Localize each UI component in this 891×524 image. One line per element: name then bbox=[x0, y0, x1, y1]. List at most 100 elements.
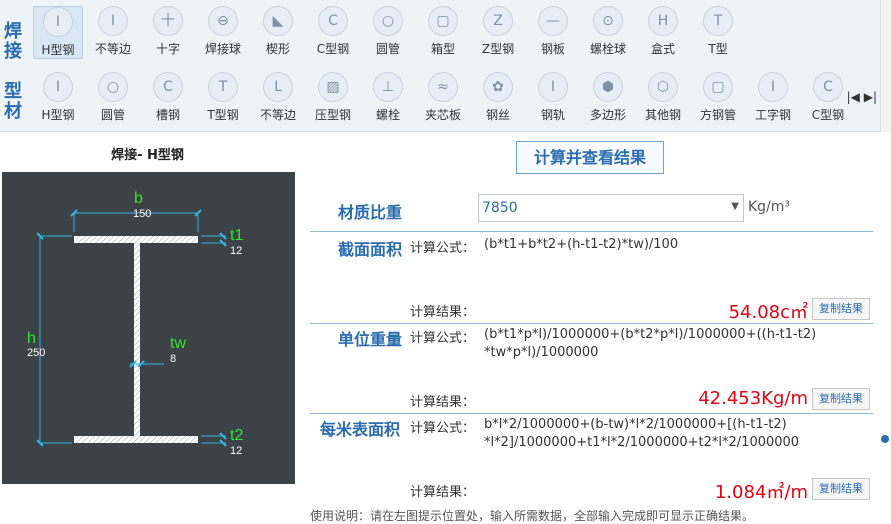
welded-item-9[interactable]: — 钢板 bbox=[528, 6, 578, 57]
profile-item-10[interactable]: ⬢ 多边形 bbox=[583, 72, 633, 123]
profile-item-14[interactable]: C C型钢 bbox=[803, 72, 853, 123]
profile-item-label: T型钢 bbox=[207, 108, 239, 122]
usage-note: 使用说明：请在左图提示位置处，输入所需数据，全部输入完成即可显示正确结果。 bbox=[310, 509, 755, 523]
t1-label: t1 bbox=[230, 227, 243, 244]
profile-item-12[interactable]: ▢ 方钢管 bbox=[693, 72, 743, 123]
result-value: 1.084㎡/m bbox=[714, 482, 808, 503]
profile-item-13[interactable]: I 工字钢 bbox=[748, 72, 798, 123]
density-select[interactable]: 7850 ▼ bbox=[478, 194, 744, 222]
welded-item-label: T型 bbox=[708, 42, 728, 56]
profile-item-3[interactable]: T T型钢 bbox=[198, 72, 248, 123]
profile-item-1[interactable]: ○ 圆管 bbox=[88, 72, 138, 123]
shape-icon: ▢ bbox=[428, 6, 458, 36]
welded-item-10[interactable]: ⊙ 螺栓球 bbox=[583, 6, 633, 57]
result-value: 54.08c㎡ bbox=[728, 302, 808, 323]
shape-icon: ⊙ bbox=[593, 6, 623, 36]
profile-item-9[interactable]: I 钢轨 bbox=[528, 72, 578, 123]
welded-item-label: 箱型 bbox=[430, 42, 455, 56]
shape-icon: I bbox=[98, 6, 128, 36]
welded-item-5[interactable]: C C型钢 bbox=[308, 6, 358, 57]
bottom-flange bbox=[74, 436, 198, 443]
formula-label: 计算公式： bbox=[410, 241, 476, 256]
shape-icon: ◣ bbox=[263, 6, 293, 36]
section-label: 截面面积 bbox=[338, 240, 403, 259]
shape-icon: I bbox=[538, 72, 568, 102]
t2-value: 12 bbox=[230, 445, 242, 457]
profile-item-0[interactable]: I H型钢 bbox=[33, 72, 83, 123]
chevron-down-icon: ▼ bbox=[731, 201, 739, 212]
profile-item-label: 钢丝 bbox=[485, 108, 510, 122]
result-value: 42.453Kg/m bbox=[698, 388, 808, 409]
formula-line-1: (b*t1+b*t2+(h-t1-t2)*tw)/100 bbox=[484, 237, 679, 252]
toolbar-scrollbar[interactable] bbox=[880, 0, 891, 132]
result-label: 计算结果： bbox=[410, 395, 476, 410]
formula-line-1: (b*t1*p*l)/1000000+(b*t2*p*l)/1000000+((… bbox=[484, 327, 817, 342]
welded-item-0[interactable]: I H型钢 bbox=[33, 6, 83, 59]
profile-item-2[interactable]: C 槽钢 bbox=[143, 72, 193, 123]
shape-toolbar: 焊接 型材 I H型钢 I 不等边十十字 ⊖ 焊接球 ◣ 楔形 C C型钢 ○ 圆管 ▢ 箱型 Z Z型钢 — 钢… bbox=[0, 0, 891, 132]
profile-item-label: C型钢 bbox=[811, 108, 845, 122]
welded-item-label: Z型钢 bbox=[481, 42, 515, 56]
profile-item-11[interactable]: ⬡ 其他钢 bbox=[638, 72, 688, 123]
profile-item-5[interactable]: ▨ 压型钢 bbox=[308, 72, 358, 123]
shape-icon: ○ bbox=[373, 6, 403, 36]
welded-item-label: C型钢 bbox=[316, 42, 350, 56]
density-value: 7850 bbox=[482, 200, 518, 216]
shape-icon: ✿ bbox=[483, 72, 513, 102]
copy-result-button[interactable]: 复制结果 bbox=[812, 298, 870, 320]
shape-icon: ⊖ bbox=[208, 6, 238, 36]
formula-line-1: b*l*2/1000000+(b-tw)*l*2/1000000+[(h-t1-… bbox=[484, 417, 787, 432]
welded-item-12[interactable]: T T型 bbox=[693, 6, 743, 57]
scroll-indicator[interactable] bbox=[881, 435, 889, 443]
shape-icon: H bbox=[648, 6, 678, 36]
result-label: 计算结果： bbox=[410, 485, 476, 500]
shape-icon: ⬡ bbox=[648, 72, 678, 102]
welded-item-8[interactable]: Z Z型钢 bbox=[473, 6, 523, 57]
shape-icon: I bbox=[43, 7, 73, 37]
welded-item-3[interactable]: ⊖ 焊接球 bbox=[198, 6, 248, 57]
formula-label: 计算公式： bbox=[410, 421, 476, 436]
shape-icon: ≈ bbox=[428, 72, 458, 102]
shape-icon: C bbox=[153, 72, 183, 102]
shape-icon: ⬢ bbox=[593, 72, 623, 102]
formula-line-2: *l*2]/1000000+t1*l*2/1000000+t2*l*2/1000… bbox=[484, 435, 800, 450]
calculate-button[interactable]: 计算并查看结果 bbox=[516, 141, 664, 174]
profile-item-label: 夹芯板 bbox=[424, 108, 461, 122]
section-label: 单位重量 bbox=[338, 330, 403, 349]
copy-result-button[interactable]: 复制结果 bbox=[812, 478, 870, 500]
profile-item-7[interactable]: ≈ 夹芯板 bbox=[418, 72, 468, 123]
density-label: 材质比重 bbox=[338, 203, 403, 222]
density-unit: Kg/m³ bbox=[748, 199, 791, 215]
welded-item-label: 钢板 bbox=[540, 42, 565, 56]
section-label: 每米表面积 bbox=[320, 420, 401, 439]
welded-item-7[interactable]: ▢ 箱型 bbox=[418, 6, 468, 57]
welded-item-label: 盒式 bbox=[650, 42, 675, 56]
welded-item-label: 螺栓球 bbox=[589, 42, 626, 56]
profile-item-4[interactable]: L 不等边 bbox=[253, 72, 303, 123]
copy-result-button[interactable]: 复制结果 bbox=[812, 388, 870, 410]
profile-item-8[interactable]: ✿ 钢丝 bbox=[473, 72, 523, 123]
diagram-title: 焊接- H型钢 bbox=[111, 148, 184, 163]
welded-item-1[interactable]: I 不等边 bbox=[88, 6, 138, 57]
welded-item-4[interactable]: ◣ 楔形 bbox=[253, 6, 303, 57]
h-value: 250 bbox=[27, 347, 45, 359]
profile-item-label: 不等边 bbox=[259, 108, 296, 122]
toolbar-scroll-arrows[interactable]: |◀ ▶| bbox=[847, 90, 877, 104]
profile-item-label: H型钢 bbox=[41, 108, 75, 122]
profile-item-6[interactable]: ⊥ 螺栓 bbox=[363, 72, 413, 123]
b-value: 150 bbox=[133, 208, 151, 220]
t2-label: t2 bbox=[230, 427, 243, 444]
page-scrollbar[interactable] bbox=[880, 132, 891, 519]
shape-icon: I bbox=[758, 72, 788, 102]
profile-item-label: 螺栓 bbox=[375, 108, 400, 122]
row-label-profile: 型材 bbox=[4, 81, 22, 122]
welded-item-label: 焊接球 bbox=[204, 42, 241, 56]
shape-icon: ⊥ bbox=[373, 72, 403, 102]
welded-item-11[interactable]: H 盒式 bbox=[638, 6, 688, 57]
h-label: h bbox=[27, 330, 36, 347]
welded-item-6[interactable]: ○ 圆管 bbox=[363, 6, 413, 57]
welded-item-label: 圆管 bbox=[375, 42, 400, 56]
profile-item-label: 钢轨 bbox=[540, 108, 565, 122]
h-beam-diagram: b 150 t1 12 h 250 tw 8 t2 12 bbox=[2, 172, 295, 484]
welded-item-2[interactable]: 十十字 bbox=[143, 6, 193, 57]
